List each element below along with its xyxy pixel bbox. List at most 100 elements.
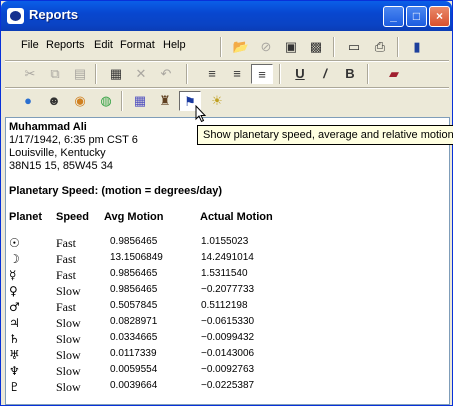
menu-format[interactable]: Format: [120, 39, 155, 51]
planet-avg-motion: 0.9856465: [110, 284, 158, 295]
planet-actual-motion: −0.0099432: [201, 332, 255, 343]
planet-glyph-icon: ♂: [9, 300, 20, 314]
toolbar-separator: [220, 37, 222, 57]
planet-speed: Slow: [56, 332, 81, 346]
globe-icon[interactable]: ●: [17, 91, 39, 111]
planet-glyph-icon: ♇: [9, 380, 20, 394]
column-actual-motion: Actual Motion: [200, 211, 273, 223]
planet-speed: Fast: [56, 236, 77, 250]
planet-actual-motion: −0.0092763: [201, 364, 255, 375]
planet-glyph-icon: ☿: [9, 268, 17, 282]
planet-actual-motion: 1.0155023: [201, 236, 249, 247]
planet-actual-motion: 1.5311540: [201, 268, 248, 279]
planet-avg-motion: 0.0828971: [110, 316, 158, 327]
planet-glyph-icon: ♄: [9, 332, 20, 346]
planet-avg-motion: 0.0059554: [110, 364, 158, 375]
book-icon[interactable]: ▰: [383, 64, 405, 84]
planet-speed: Slow: [56, 316, 81, 330]
planet-actual-motion: −0.0225387: [201, 380, 255, 391]
select-all-icon[interactable]: ▦: [105, 64, 127, 84]
toolbar-separator: [121, 91, 123, 111]
planet-avg-motion: 0.9856465: [110, 236, 158, 247]
color-wheel-icon[interactable]: ◍: [95, 91, 117, 111]
planet-actual-motion: −0.0143006: [201, 348, 255, 359]
report-heading: Planetary Speed: (motion = degrees/day): [9, 185, 223, 197]
planet-glyph-icon: ♆: [9, 364, 20, 378]
planet-speed: Fast: [56, 252, 77, 266]
undo-icon[interactable]: ↶: [155, 64, 177, 84]
maximize-button[interactable]: □: [406, 6, 427, 27]
planet-avg-motion: 0.0334665: [110, 332, 158, 343]
planet-avg-motion: 0.9856465: [110, 268, 158, 279]
planet-glyph-icon: ♀: [9, 284, 18, 298]
planet-avg-motion: 13.1506849: [110, 252, 163, 263]
planet-actual-motion: 0.5112198: [201, 300, 248, 311]
toolbar-separator: [95, 64, 97, 84]
align-center-icon[interactable]: ≡: [201, 64, 223, 84]
title-bar[interactable]: Reports _ □ ×: [1, 1, 452, 31]
planet-speed: Fast: [56, 268, 77, 282]
planet-speed: Slow: [56, 348, 81, 362]
save-all-icon[interactable]: ▩: [305, 37, 327, 57]
planet-speed: Fast: [56, 300, 77, 314]
toolbar-separator: [367, 64, 369, 84]
column-planet: Planet: [9, 211, 43, 223]
toolbar-separator: [397, 37, 399, 57]
chess-piece-icon[interactable]: ♜: [154, 91, 176, 111]
planet-glyph-icon: ☽: [9, 252, 20, 266]
cancel-icon[interactable]: ⊘: [255, 37, 277, 57]
window-title: Reports: [29, 7, 79, 22]
menu-reports[interactable]: Reports: [46, 39, 85, 51]
planet-glyph-icon: ☉: [9, 236, 20, 250]
report-date: 1/17/1942, 6:35 pm CST 6: [9, 134, 138, 146]
report-name: Muhammad Ali: [9, 121, 87, 133]
planet-speed: Slow: [56, 284, 81, 298]
report-place: Louisville, Kentucky: [9, 147, 106, 159]
planet-actual-motion: −0.2077733: [201, 284, 255, 295]
theater-masks-icon[interactable]: ☻: [43, 91, 65, 111]
toolbar-separator: [186, 64, 188, 84]
toolbar-separator: [279, 64, 281, 84]
planet-avg-motion: 0.0117339: [110, 348, 157, 359]
open-folder-icon[interactable]: 📂: [230, 37, 252, 57]
planet-actual-motion: 14.2491014: [201, 252, 254, 263]
report-coords: 38N15 15, 85W45 34: [9, 160, 113, 172]
menu-edit[interactable]: Edit: [94, 39, 113, 51]
menu-help[interactable]: Help: [163, 39, 186, 51]
tooltip: Show planetary speed, average and relati…: [197, 125, 453, 145]
delete-icon[interactable]: ✕: [130, 64, 152, 84]
menu-file[interactable]: File: [21, 39, 39, 51]
exit-door-icon[interactable]: ▮: [406, 37, 428, 57]
italic-icon[interactable]: /: [314, 64, 336, 84]
lightbulb-icon[interactable]: ☀: [206, 91, 228, 111]
app-icon: [7, 8, 24, 24]
reports-window: Reports _ □ × File Reports Edit Format H…: [0, 0, 453, 406]
align-right-icon[interactable]: ≡: [226, 64, 248, 84]
planet-speed: Slow: [56, 380, 81, 394]
cut-icon[interactable]: ✂: [19, 64, 41, 84]
new-document-icon[interactable]: ▭: [343, 37, 365, 57]
aspect-wheel-icon[interactable]: ◉: [69, 91, 91, 111]
close-button[interactable]: ×: [429, 6, 450, 27]
planet-glyph-icon: ♃: [9, 316, 20, 330]
planet-actual-motion: −0.0615330: [201, 316, 255, 327]
toolbar-divider: [5, 87, 449, 89]
save-icon[interactable]: ▣: [280, 37, 302, 57]
align-left-icon[interactable]: ≡: [251, 64, 273, 84]
underline-icon[interactable]: U: [289, 64, 311, 84]
toolbar-divider: [5, 60, 449, 62]
planet-glyph-icon: ♅: [9, 348, 20, 362]
report-document[interactable]: Muhammad Ali 1/17/1942, 6:35 pm CST 6 Lo…: [5, 117, 450, 405]
paste-icon[interactable]: ▤: [69, 64, 91, 84]
minimize-button[interactable]: _: [383, 6, 404, 27]
column-avg-motion: Avg Motion: [104, 211, 164, 223]
toolbar-separator: [333, 37, 335, 57]
copy-icon[interactable]: ⧉: [44, 64, 66, 84]
letters-grid-icon[interactable]: ▦: [129, 91, 151, 111]
column-speed: Speed: [56, 211, 90, 223]
planet-avg-motion: 0.5057845: [110, 300, 158, 311]
planet-avg-motion: 0.0039664: [110, 380, 158, 391]
bold-icon[interactable]: B: [339, 64, 361, 84]
mouse-cursor-icon: [195, 105, 207, 123]
print-icon[interactable]: ⎙: [369, 37, 391, 57]
